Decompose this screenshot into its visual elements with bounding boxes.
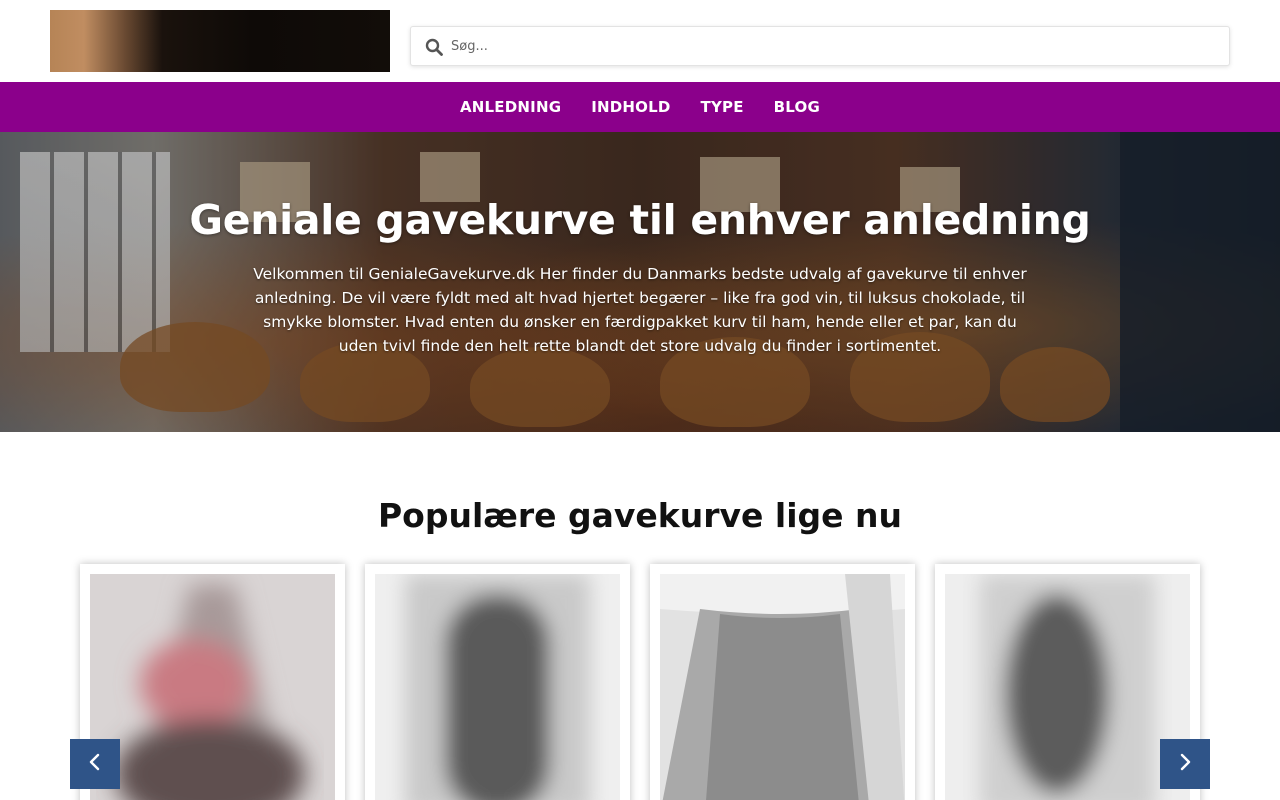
product-image[interactable] bbox=[90, 574, 335, 800]
hero-title: Geniale gavekurve til enhver anledning bbox=[189, 196, 1091, 244]
search-icon[interactable] bbox=[425, 38, 443, 56]
site-header bbox=[0, 0, 1280, 82]
nav-item-indhold[interactable]: INDHOLD bbox=[591, 98, 670, 116]
product-card[interactable] bbox=[650, 564, 915, 800]
product-image[interactable] bbox=[660, 574, 905, 800]
nav-item-blog[interactable]: BLOG bbox=[774, 98, 820, 116]
product-image[interactable] bbox=[375, 574, 620, 800]
main-nav: ANLEDNING INDHOLD TYPE BLOG bbox=[0, 82, 1280, 132]
search-input[interactable] bbox=[451, 27, 1221, 65]
site-logo[interactable] bbox=[50, 10, 390, 72]
chevron-right-icon bbox=[1178, 752, 1192, 776]
nav-item-anledning[interactable]: ANLEDNING bbox=[460, 98, 561, 116]
hero-banner: Geniale gavekurve til enhver anledning V… bbox=[0, 132, 1280, 432]
nav-item-type[interactable]: TYPE bbox=[701, 98, 744, 116]
carousel-prev-button[interactable] bbox=[70, 739, 120, 789]
search-bar[interactable] bbox=[410, 26, 1230, 66]
hero-intro-text: Velkommen til GenialeGavekurve.dk Her fi… bbox=[253, 265, 1027, 355]
chevron-left-icon bbox=[88, 752, 102, 776]
product-image[interactable] bbox=[945, 574, 1190, 800]
product-card[interactable] bbox=[365, 564, 630, 800]
popular-section-title: Populære gavekurve lige nu bbox=[378, 496, 902, 535]
carousel-next-button[interactable] bbox=[1160, 739, 1210, 789]
